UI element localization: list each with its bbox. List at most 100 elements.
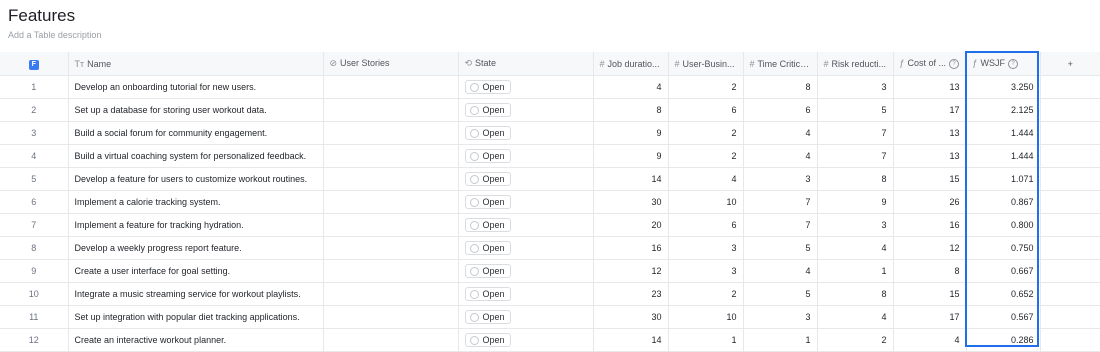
table-row[interactable]: 11 Set up integration with popular diet t… <box>0 305 1100 329</box>
cell-job-duration[interactable]: 14 <box>593 167 669 191</box>
status-badge[interactable]: Open <box>464 310 511 324</box>
cell-job-duration[interactable]: 12 <box>593 259 669 283</box>
cell-user-business[interactable]: 1 <box>668 328 744 352</box>
table-badge-icon[interactable]: F <box>28 59 39 70</box>
cell-user-stories[interactable] <box>323 144 459 168</box>
cell-state[interactable]: Open <box>458 190 594 214</box>
cell-time-critical[interactable]: 6 <box>743 98 818 122</box>
cell-time-critical[interactable]: 3 <box>743 167 818 191</box>
column-header-job-duration[interactable]: # Job duratio... <box>593 52 669 76</box>
cell-cost-of-delay[interactable]: 16 <box>893 213 967 237</box>
cell-state[interactable]: Open <box>458 236 594 260</box>
cell-time-critical[interactable]: 5 <box>743 236 818 260</box>
cell-name[interactable]: Implement a feature for tracking hydrati… <box>68 213 324 237</box>
cell-user-stories[interactable] <box>323 213 459 237</box>
table-row[interactable]: 6 Implement a calorie tracking system. Ope… <box>0 190 1100 214</box>
cell-name[interactable]: Develop a weekly progress report feature… <box>68 236 324 260</box>
table-row[interactable]: 9 Create a user interface for goal settin… <box>0 259 1100 283</box>
status-badge[interactable]: Open <box>464 218 511 232</box>
cell-job-duration[interactable]: 16 <box>593 236 669 260</box>
cell-cost-of-delay[interactable]: 8 <box>893 259 967 283</box>
status-badge[interactable]: Open <box>464 103 511 117</box>
cell-time-critical[interactable]: 5 <box>743 282 818 306</box>
table-row[interactable]: 12 Create an interactive workout planner.… <box>0 328 1100 352</box>
column-header-user-stories[interactable]: ⊘ User Stories <box>323 52 459 76</box>
cell-job-duration[interactable]: 4 <box>593 75 669 99</box>
cell-job-duration[interactable]: 14 <box>593 328 669 352</box>
cell-state[interactable]: Open <box>458 259 594 283</box>
cell-user-stories[interactable] <box>323 75 459 99</box>
table-row[interactable]: 10 Integrate a music streaming service fo… <box>0 282 1100 306</box>
table-row[interactable]: 8 Develop a weekly progress report featur… <box>0 236 1100 260</box>
cell-state[interactable]: Open <box>458 328 594 352</box>
cell-state[interactable]: Open <box>458 98 594 122</box>
cell-job-duration[interactable]: 8 <box>593 98 669 122</box>
cell-cost-of-delay[interactable]: 13 <box>893 75 967 99</box>
cell-wsjf[interactable]: 0.667 <box>966 259 1041 283</box>
cell-user-stories[interactable] <box>323 121 459 145</box>
cell-cost-of-delay[interactable]: 26 <box>893 190 967 214</box>
cell-cost-of-delay[interactable]: 15 <box>893 282 967 306</box>
cell-wsjf[interactable]: 0.286 <box>966 328 1041 352</box>
row-number[interactable]: 2 <box>0 98 69 122</box>
status-badge[interactable]: Open <box>464 333 511 347</box>
page-title[interactable]: Features <box>8 6 75 26</box>
cell-state[interactable]: Open <box>458 167 594 191</box>
cell-user-business[interactable]: 10 <box>668 305 744 329</box>
cell-job-duration[interactable]: 30 <box>593 305 669 329</box>
cell-user-business[interactable]: 2 <box>668 75 744 99</box>
status-badge[interactable]: Open <box>464 264 511 278</box>
cell-name[interactable]: Build a social forum for community engag… <box>68 121 324 145</box>
column-header-name[interactable]: Tт Name <box>68 52 324 76</box>
cell-name[interactable]: Implement a calorie tracking system. <box>68 190 324 214</box>
cell-risk-reduction[interactable]: 8 <box>817 282 894 306</box>
column-header-wsjf[interactable]: ƒ WSJF? <box>966 52 1041 76</box>
cell-risk-reduction[interactable]: 4 <box>817 305 894 329</box>
cell-wsjf[interactable]: 1.071 <box>966 167 1041 191</box>
cell-wsjf[interactable]: 1.444 <box>966 121 1041 145</box>
status-badge[interactable]: Open <box>464 287 511 301</box>
cell-state[interactable]: Open <box>458 305 594 329</box>
cell-state[interactable]: Open <box>458 282 594 306</box>
select-all-header[interactable]: F <box>0 52 69 76</box>
help-circle-icon[interactable]: ? <box>1008 58 1019 69</box>
row-number[interactable]: 6 <box>0 190 69 214</box>
cell-name[interactable]: Develop a feature for users to customize… <box>68 167 324 191</box>
cell-wsjf[interactable]: 0.867 <box>966 190 1041 214</box>
cell-risk-reduction[interactable]: 8 <box>817 167 894 191</box>
cell-cost-of-delay[interactable]: 13 <box>893 121 967 145</box>
cell-name[interactable]: Integrate a music streaming service for … <box>68 282 324 306</box>
column-header-time-critical[interactable]: # Time Critica... <box>743 52 818 76</box>
row-number[interactable]: 1 <box>0 75 69 99</box>
cell-user-stories[interactable] <box>323 98 459 122</box>
cell-wsjf[interactable]: 0.750 <box>966 236 1041 260</box>
cell-time-critical[interactable]: 3 <box>743 305 818 329</box>
cell-user-business[interactable]: 2 <box>668 121 744 145</box>
cell-cost-of-delay[interactable]: 12 <box>893 236 967 260</box>
status-badge[interactable]: Open <box>464 241 511 255</box>
cell-risk-reduction[interactable]: 7 <box>817 121 894 145</box>
cell-risk-reduction[interactable]: 7 <box>817 144 894 168</box>
cell-user-business[interactable]: 3 <box>668 259 744 283</box>
row-number[interactable]: 8 <box>0 236 69 260</box>
cell-state[interactable]: Open <box>458 121 594 145</box>
cell-wsjf[interactable]: 0.567 <box>966 305 1041 329</box>
cell-time-critical[interactable]: 8 <box>743 75 818 99</box>
cell-state[interactable]: Open <box>458 213 594 237</box>
cell-user-stories[interactable] <box>323 190 459 214</box>
cell-cost-of-delay[interactable]: 17 <box>893 305 967 329</box>
table-row[interactable]: 7 Implement a feature for tracking hydrat… <box>0 213 1100 237</box>
cell-risk-reduction[interactable]: 3 <box>817 75 894 99</box>
cell-user-stories[interactable] <box>323 305 459 329</box>
status-badge[interactable]: Open <box>464 149 511 163</box>
column-header-state[interactable]: ⟲ State <box>458 52 594 76</box>
cell-user-business[interactable]: 2 <box>668 282 744 306</box>
add-column-button[interactable]: + <box>1040 52 1100 76</box>
cell-cost-of-delay[interactable]: 4 <box>893 328 967 352</box>
cell-job-duration[interactable]: 9 <box>593 121 669 145</box>
cell-name[interactable]: Create an interactive workout planner. <box>68 328 324 352</box>
cell-cost-of-delay[interactable]: 13 <box>893 144 967 168</box>
cell-risk-reduction[interactable]: 4 <box>817 236 894 260</box>
cell-user-business[interactable]: 10 <box>668 190 744 214</box>
cell-user-business[interactable]: 6 <box>668 98 744 122</box>
